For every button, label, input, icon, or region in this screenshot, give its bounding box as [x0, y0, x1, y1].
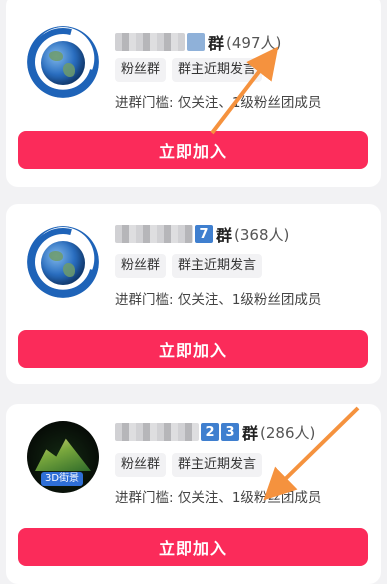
group-number-badge: 7 [195, 225, 213, 243]
redacted-name [115, 33, 185, 51]
join-button[interactable]: 立即加入 [18, 330, 368, 368]
group-name: 7 群 (368人) [115, 222, 289, 246]
join-threshold: 进群门槛: 仅关注、1级粉丝团成员 [115, 95, 322, 111]
member-count: (497人) [226, 33, 282, 52]
redacted-name [115, 423, 199, 441]
group-card: 群 (497人) 粉丝群 群主近期发言 进群门槛: 仅关注、1级粉丝团成员 立即… [6, 0, 381, 187]
tag-owner-recent-post: 群主近期发言 [172, 58, 263, 82]
group-card: 7 群 (368人) 粉丝群 群主近期发言 进群门槛: 仅关注、1级粉丝团成员 … [6, 204, 381, 384]
group-tags: 粉丝群 群主近期发言 [115, 58, 263, 82]
member-count: (368人) [234, 225, 290, 244]
tag-owner-recent-post: 群主近期发言 [172, 453, 263, 477]
mountain-icon [35, 438, 91, 471]
group-name: 群 (497人) [115, 30, 281, 54]
group-avatar: 3D街景 [27, 421, 99, 493]
tag-fan-group: 粉丝群 [115, 453, 167, 477]
group-number-badge [187, 33, 205, 51]
group-tags: 粉丝群 群主近期发言 [115, 254, 263, 278]
join-threshold: 进群门槛: 仅关注、1级粉丝团成员 [115, 490, 322, 506]
avatar-badge: 3D街景 [41, 472, 84, 486]
group-tags: 粉丝群 群主近期发言 [115, 453, 263, 477]
group-card: 3D街景 2 3 群 (286人) 粉丝群 群主近期发言 进群门槛: 仅关注、1… [6, 404, 381, 584]
redacted-name [115, 225, 193, 243]
tag-fan-group: 粉丝群 [115, 58, 167, 82]
join-threshold: 进群门槛: 仅关注、1级粉丝团成员 [115, 292, 322, 308]
group-name-suffix: 群 [216, 226, 233, 245]
group-name-suffix: 群 [208, 34, 225, 53]
group-avatar [27, 226, 99, 298]
group-number-badge: 3 [221, 423, 239, 441]
join-button[interactable]: 立即加入 [18, 131, 368, 169]
tag-owner-recent-post: 群主近期发言 [172, 254, 263, 278]
globe-icon [41, 241, 85, 285]
group-number-badge: 2 [201, 423, 219, 441]
tag-fan-group: 粉丝群 [115, 254, 167, 278]
globe-icon [41, 41, 85, 85]
member-count: (286人) [260, 423, 316, 442]
join-button[interactable]: 立即加入 [18, 528, 368, 566]
group-name: 2 3 群 (286人) [115, 420, 315, 444]
group-name-suffix: 群 [242, 424, 259, 443]
group-avatar [27, 26, 99, 98]
